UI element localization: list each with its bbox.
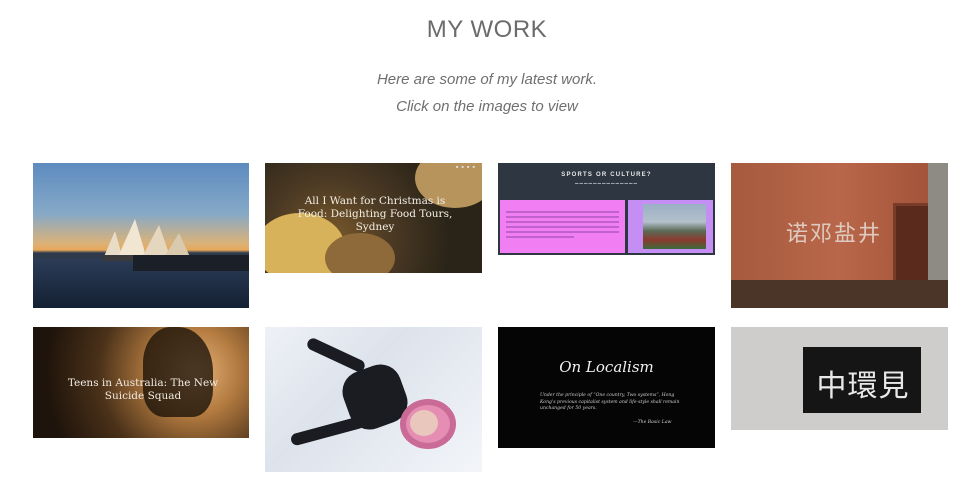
- work-thumbnail-teens-in-australia[interactable]: Teens in Australia: The New Suicide Squa…: [33, 327, 249, 438]
- thumbnail-quote: Under the principle of “One country, Two…: [540, 393, 680, 411]
- work-thumbnail-graffiti[interactable]: 中環見: [731, 327, 948, 430]
- mini-navbar: ■ ■ ■ ■: [456, 164, 476, 169]
- silhouette: [143, 327, 213, 417]
- text-panel: [500, 200, 625, 253]
- thumbnail-heading: On Localism: [559, 358, 654, 376]
- thumbnail-subheading-lines: ▬▬▬▬▬▬▬▬▬▬▬▬▬▬: [575, 181, 638, 185]
- work-thumbnail-sports-or-culture[interactable]: SPORTS OR CULTURE? ▬▬▬▬▬▬▬▬▬▬▬▬▬▬: [498, 163, 715, 255]
- work-thumbnail-food-tours[interactable]: ■ ■ ■ ■ All I Want for Christmas is Food…: [265, 163, 482, 273]
- wall-characters-graphic: 诺邓盐井: [786, 222, 883, 247]
- work-thumbnail-red-wall[interactable]: 诺邓盐井: [731, 163, 948, 308]
- stadium-photo: [643, 204, 706, 249]
- work-thumbnail-sydney-opera-house[interactable]: [33, 163, 249, 308]
- food-plate: [325, 233, 395, 273]
- stone-steps: [731, 280, 948, 308]
- instruction-text: Click on the images to view: [396, 98, 578, 115]
- work-thumbnail-on-localism[interactable]: On Localism Under the principle of “One …: [498, 327, 715, 448]
- arm-silhouette: [305, 336, 367, 374]
- work-thumbnail-snow-angel[interactable]: [265, 327, 482, 472]
- thumbnail-heading: SPORTS OR CULTURE?: [561, 172, 652, 178]
- wooden-door: [893, 203, 933, 284]
- page-title: MY WORK: [426, 16, 548, 43]
- opera-house-illustration: [103, 219, 203, 261]
- ferry-silhouette: [133, 255, 249, 271]
- graffiti-characters-graphic: 中環見: [816, 369, 910, 404]
- thumbnail-caption: All I Want for Christmas is Food: Deligh…: [297, 195, 453, 233]
- thumbnail-caption: Teens in Australia: The New Suicide Squa…: [67, 377, 219, 402]
- intro-text: Here are some of my latest work.: [376, 71, 598, 88]
- thumbnail-attribution: —The Basic Law: [633, 420, 672, 425]
- face: [410, 410, 438, 436]
